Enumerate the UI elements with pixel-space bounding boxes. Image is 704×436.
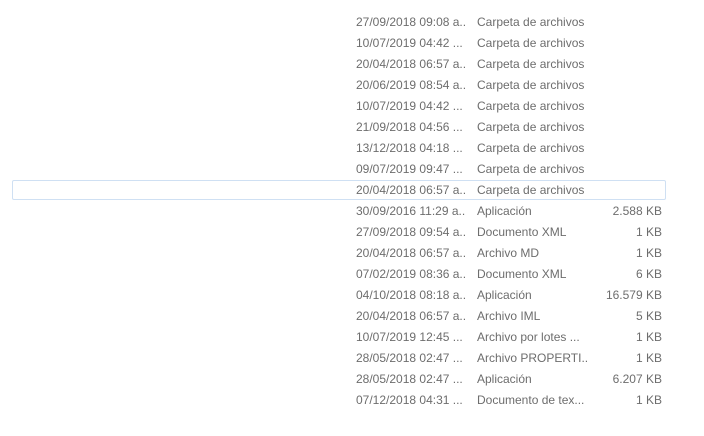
file-type: Aplicación <box>477 204 532 218</box>
file-type: Carpeta de archivos <box>477 141 585 155</box>
file-row[interactable]: src20/04/2018 06:57 a...Carpeta de archi… <box>0 54 704 75</box>
file-type: Aplicación <box>477 372 532 386</box>
file-size: 6 KB <box>635 267 662 281</box>
file-size: 5 KB <box>635 309 662 323</box>
file-modified-date: 21/09/2018 04:56 ... <box>356 120 463 134</box>
file-row[interactable]: .idea20/04/2018 06:57 a...Carpeta de arc… <box>0 180 704 201</box>
file-modified-date: 20/04/2018 06:57 a... <box>356 246 466 260</box>
file-modified-date: 04/10/2018 08:18 a... <box>356 288 466 302</box>
file-modified-date: 13/12/2018 04:18 ... <box>356 141 463 155</box>
file-type: Archivo PROPERTI... <box>477 351 587 365</box>
file-size: 1 KB <box>635 393 662 407</box>
file-modified-date: 09/07/2019 09:47 ... <box>356 162 463 176</box>
file-type: Documento XML <box>477 267 567 281</box>
file-row[interactable]: pom.xml07/02/2019 08:36 a...Documento XM… <box>0 264 704 285</box>
file-type: Carpeta de archivos <box>477 36 585 50</box>
file-modified-date: 07/02/2019 08:36 a... <box>356 267 466 281</box>
file-modified-date: 10/07/2019 04:42 ... <box>356 36 463 50</box>
file-row[interactable]: .gitignore07/12/2018 04:31 ...Documento … <box>0 390 704 411</box>
file-modified-date: 28/05/2018 02:47 ... <box>356 351 463 365</box>
file-row[interactable]: DataDriven09/07/2019 09:47 ...Carpeta de… <box>0 159 704 180</box>
file-size: 16.579 KB <box>605 288 662 302</box>
file-row[interactable]: chromedriver.exe28/05/2018 02:47 ...Apli… <box>0 369 704 390</box>
file-type: Aplicación <box>477 288 532 302</box>
file-type: Archivo por lotes ... <box>477 330 580 344</box>
file-type: Documento de tex... <box>477 393 585 407</box>
file-row[interactable]: Ejecutar.bat10/07/2019 12:45 ...Archivo … <box>0 327 704 348</box>
file-type: Archivo IML <box>477 309 541 323</box>
file-row[interactable]: extentReports10/07/2019 04:42 ...Carpeta… <box>0 96 704 117</box>
file-row[interactable]: Winium.Desktop.Driver.exe30/09/2016 11:2… <box>0 201 704 222</box>
file-type: Carpeta de archivos <box>477 15 585 29</box>
file-size: 1 KB <box>635 225 662 239</box>
file-type: Carpeta de archivos <box>477 162 585 176</box>
file-type: Carpeta de archivos <box>477 183 585 197</box>
file-modified-date: 10/07/2019 04:42 ... <box>356 99 463 113</box>
file-modified-date: 28/05/2018 02:47 ... <box>356 372 463 386</box>
file-type: Carpeta de archivos <box>477 57 585 71</box>
file-modified-date: 07/12/2018 04:31 ... <box>356 393 463 407</box>
file-modified-date: 20/06/2019 08:54 a... <box>356 78 466 92</box>
file-row[interactable]: geckodriver.exe04/10/2018 08:18 a...Apli… <box>0 285 704 306</box>
file-modified-date: 20/04/2018 06:57 a... <box>356 309 466 323</box>
file-modified-date: 10/07/2019 12:45 ... <box>356 330 463 344</box>
file-row[interactable]: target10/07/2019 04:42 ...Carpeta de arc… <box>0 33 704 54</box>
file-row[interactable]: Evidencia13/12/2018 04:18 ...Carpeta de … <box>0 138 704 159</box>
file-modified-date: 27/09/2018 09:54 a... <box>356 225 466 239</box>
file-row[interactable]: TestNG.xml27/09/2018 09:54 a...Documento… <box>0 222 704 243</box>
file-modified-date: 30/09/2016 11:29 a... <box>356 204 466 218</box>
file-row[interactable]: lib20/06/2019 08:54 a...Carpeta de archi… <box>0 75 704 96</box>
file-list: test-output27/09/2018 09:08 a...Carpeta … <box>0 12 704 411</box>
file-row[interactable]: config.properties28/05/2018 02:47 ...Arc… <box>0 348 704 369</box>
file-size: 1 KB <box>635 246 662 260</box>
file-row[interactable]: README.md20/04/2018 06:57 a...Archivo MD… <box>0 243 704 264</box>
file-type: Carpeta de archivos <box>477 120 585 134</box>
file-modified-date: 20/04/2018 06:57 a... <box>356 183 466 197</box>
file-size: 6.207 KB <box>612 372 662 386</box>
file-row[interactable]: test-output27/09/2018 09:08 a...Carpeta … <box>0 12 704 33</box>
file-type: Carpeta de archivos <box>477 78 585 92</box>
file-type: Documento XML <box>477 225 567 239</box>
file-modified-date: 27/09/2018 09:08 a... <box>356 15 466 29</box>
file-size: 1 KB <box>635 351 662 365</box>
file-modified-date: 20/04/2018 06:57 a... <box>356 57 466 71</box>
file-row[interactable]: excel21/09/2018 04:56 ...Carpeta de arch… <box>0 117 704 138</box>
file-size: 1 KB <box>635 330 662 344</box>
file-row[interactable]: ExtentReportsExample.iml20/04/2018 06:57… <box>0 306 704 327</box>
file-size: 2.588 KB <box>612 204 662 218</box>
file-type: Carpeta de archivos <box>477 99 585 113</box>
file-type: Archivo MD <box>477 246 540 260</box>
